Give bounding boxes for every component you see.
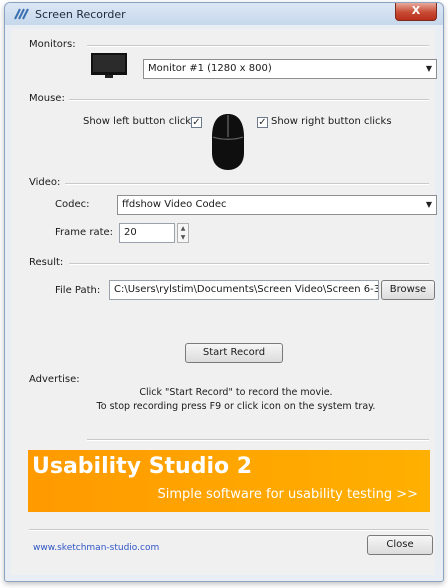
monitor-select[interactable]: Monitor #1 (1280 x 800) ▼	[143, 59, 437, 79]
mouse-section-label: Mouse:	[29, 93, 65, 104]
monitor-icon	[91, 53, 127, 78]
banner-divider-top	[87, 439, 429, 441]
show-left-clicks-checkbox[interactable]: ✓	[191, 117, 202, 128]
video-section-label: Video:	[29, 177, 61, 188]
browse-button[interactable]: Browse	[381, 280, 435, 300]
website-link[interactable]: www.sketchman-studio.com	[33, 543, 159, 553]
banner-subtitle: Simple software for usability testing >>	[157, 487, 418, 502]
banner-title: Usability Studio 2	[32, 454, 253, 479]
codec-select-value: ffdshow Video Codec	[122, 199, 227, 210]
start-record-button[interactable]: Start Record	[185, 343, 283, 363]
monitor-select-value: Monitor #1 (1280 x 800)	[148, 63, 272, 74]
monitors-section-label: Monitors:	[29, 39, 76, 50]
mouse-icon	[212, 114, 244, 170]
video-divider	[65, 183, 429, 185]
instructions-line2: To stop recording press F9 or click icon…	[96, 401, 376, 412]
frame-rate-label: Frame rate:	[55, 227, 114, 238]
result-divider	[69, 263, 429, 265]
mouse-divider	[69, 99, 429, 101]
file-path-input[interactable]: C:\Users\rylstim\Documents\Screen Video\…	[109, 280, 379, 300]
spin-up-icon[interactable]: ▲	[178, 224, 188, 233]
chevron-down-icon[interactable]: ▼	[426, 196, 432, 214]
instructions-line1: Click "Start Record" to record the movie…	[139, 387, 333, 398]
window-close-button[interactable]: X	[395, 3, 437, 21]
show-left-clicks-label: Show left button clicks	[83, 116, 197, 127]
codec-select[interactable]: ffdshow Video Codec ▼	[117, 195, 437, 215]
usability-studio-banner[interactable]: Usability Studio 2 Simple software for u…	[28, 450, 430, 512]
result-section-label: Result:	[29, 257, 64, 268]
chevron-down-icon[interactable]: ▼	[426, 60, 432, 78]
spin-down-icon[interactable]: ▼	[178, 233, 188, 242]
advertise-section-label: Advertise:	[29, 374, 80, 385]
close-button[interactable]: Close	[367, 535, 433, 555]
frame-rate-input[interactable]: 20	[119, 223, 175, 243]
monitors-divider	[87, 45, 429, 47]
codec-label: Codec:	[55, 199, 90, 210]
frame-rate-stepper[interactable]: ▲ ▼	[177, 223, 189, 243]
app-icon	[14, 8, 29, 20]
title-bar[interactable]: Screen Recorder X	[5, 3, 443, 25]
file-path-label: File Path:	[55, 285, 101, 296]
show-right-clicks-label: Show right button clicks	[271, 116, 392, 127]
show-right-clicks-checkbox[interactable]: ✓	[257, 117, 268, 128]
footer-divider	[29, 529, 429, 531]
window-title: Screen Recorder	[35, 8, 126, 21]
